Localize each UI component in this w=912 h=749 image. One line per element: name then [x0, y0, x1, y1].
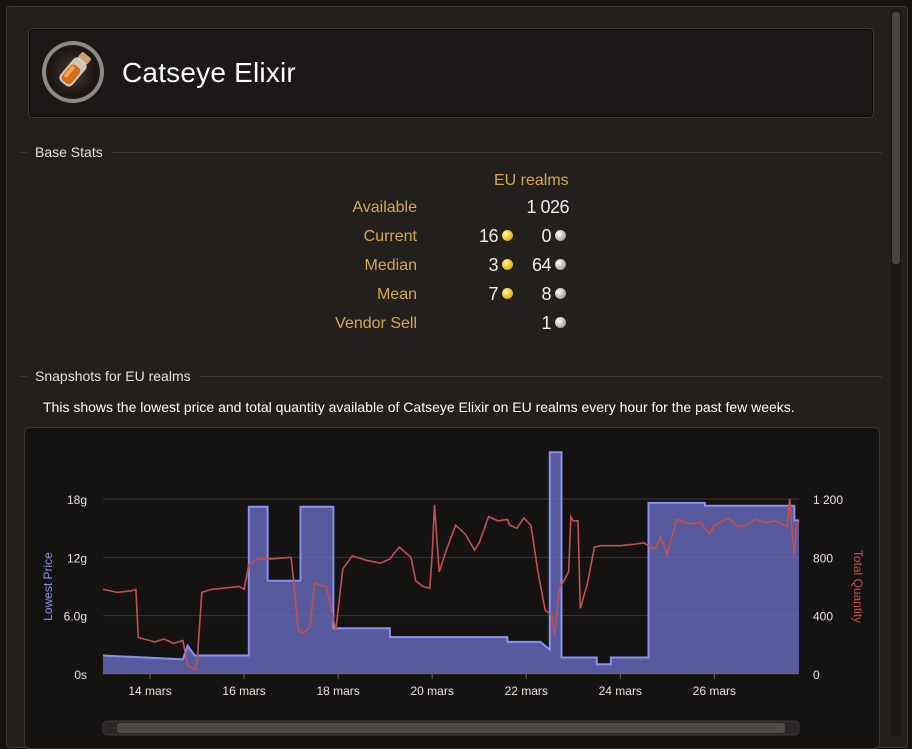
x-tick-label: 26 mars	[693, 684, 736, 698]
gold-coin-icon	[502, 288, 513, 299]
silver-coin-icon	[555, 230, 566, 241]
x-tick-label: 18 mars	[316, 684, 359, 698]
x-tick-label: 24 mars	[599, 684, 642, 698]
gold-coin-icon	[502, 230, 513, 241]
y-tick-right-label: 0	[813, 668, 820, 682]
stat-label-mean: Mean	[376, 286, 417, 303]
stat-label-current: Current	[363, 228, 417, 245]
silver-coin-icon	[555, 317, 566, 328]
page-scrollbar-thumb[interactable]	[892, 12, 900, 264]
stat-label-available: Available	[352, 199, 417, 216]
y-tick-left-label: 18g	[67, 493, 87, 507]
stats-column-header: EU realms	[494, 172, 569, 189]
x-tick-label: 22 mars	[505, 684, 548, 698]
price-quantity-chart[interactable]: 0s 6.0g 12g 18g 0 400 800 1 200 Lowest Price Tota…	[25, 428, 879, 738]
silver-coin-icon	[555, 259, 566, 270]
stat-label-median: Median	[364, 257, 417, 274]
potion-icon	[42, 41, 104, 103]
base-stats-title: Base Stats	[27, 144, 111, 160]
stat-vendor-silver: 1	[541, 313, 551, 333]
y-axis-right-title: Total Quantity	[851, 550, 865, 623]
y-tick-left-label: 0s	[74, 668, 87, 682]
x-tick-label: 14 mars	[128, 684, 171, 698]
stat-current-gold: 16	[478, 226, 499, 246]
snapshots-title: Snapshots for EU realms	[27, 368, 199, 384]
series-area-lowest-price	[103, 452, 799, 674]
price-chart-panel: 0s 6.0g 12g 18g 0 400 800 1 200 Lowest Price Tota…	[24, 427, 880, 749]
section-divider	[20, 152, 882, 153]
y-tick-right-label: 400	[813, 610, 833, 624]
stat-mean-silver: 8	[541, 284, 551, 304]
silver-coin-icon	[555, 288, 566, 299]
stat-current-silver: 0	[541, 226, 551, 246]
stat-value-available: 1 026	[526, 197, 569, 217]
y-tick-left-label: 6.0g	[64, 610, 87, 624]
y-tick-right-label: 1 200	[813, 493, 843, 507]
x-tick-label: 20 mars	[411, 684, 454, 698]
stat-mean-gold: 7	[488, 284, 498, 304]
x-tick-label: 16 mars	[222, 684, 265, 698]
item-title: Catseye Elixir	[122, 57, 296, 88]
chart-range-scrollbar-thumb[interactable]	[117, 723, 785, 733]
snapshots-description: This shows the lowest price and total qu…	[43, 399, 795, 415]
stat-median-silver: 64	[531, 255, 552, 275]
gold-coin-icon	[502, 259, 513, 270]
y-tick-right-label: 800	[813, 551, 833, 565]
y-tick-left-label: 12g	[67, 551, 87, 565]
y-axis-left-title: Lowest Price	[41, 552, 55, 621]
stat-median-gold: 3	[488, 255, 498, 275]
item-header: Catseye Elixir	[28, 28, 874, 118]
stat-label-vendor-sell: Vendor Sell	[335, 315, 417, 332]
